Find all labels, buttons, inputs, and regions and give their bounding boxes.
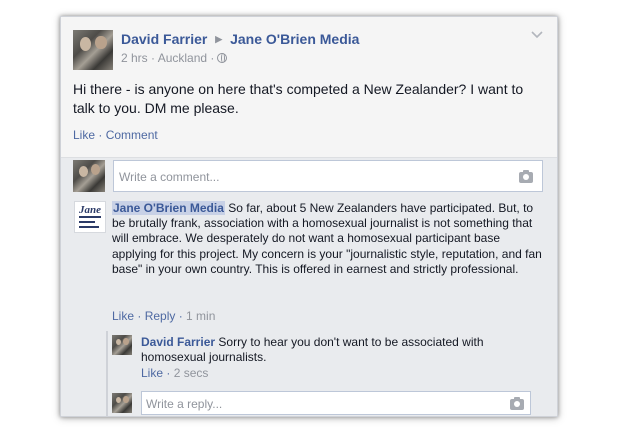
camera-icon[interactable] xyxy=(510,397,524,410)
camera-icon[interactable] xyxy=(519,170,533,183)
reply-timestamp[interactable]: 2 secs xyxy=(174,366,209,380)
facebook-post-card: David Farrier ▶ Jane O'Brien Media 2 hrs… xyxy=(60,16,558,417)
comment-like-link[interactable]: Like xyxy=(112,309,134,323)
page-logo[interactable]: Jane xyxy=(74,201,106,233)
post-location[interactable]: Auckland xyxy=(158,51,207,65)
comment-author-link[interactable]: Jane O'Brien Media xyxy=(112,201,225,215)
page-logo-line xyxy=(79,226,99,228)
comment-actions: Like · Reply · 1 min xyxy=(112,309,216,323)
page-logo-mark: Jane xyxy=(79,204,101,216)
post-text: Hi there - is anyone on here that's comp… xyxy=(73,81,524,116)
reply-comment: David Farrier Sorry to hear you don't wa… xyxy=(141,335,541,365)
page-logo-line xyxy=(79,216,101,218)
reply-like-link[interactable]: Like xyxy=(141,366,163,380)
like-link[interactable]: Like xyxy=(73,128,95,142)
reply-input[interactable]: Write a reply... xyxy=(141,391,531,415)
chevron-down-icon[interactable] xyxy=(531,31,543,39)
comments-section: Write a comment... Jane Jane O'Brien Med… xyxy=(61,157,557,416)
reply-author-avatar[interactable] xyxy=(112,335,132,355)
comment-placeholder: Write a comment... xyxy=(119,170,220,184)
reply-placeholder: Write a reply... xyxy=(146,397,223,411)
reply-actions: Like · 2 secs xyxy=(141,366,209,380)
comment-timestamp[interactable]: 1 min xyxy=(186,309,215,323)
current-user-avatar-small xyxy=(112,393,132,413)
target-page-link[interactable]: Jane O'Brien Media xyxy=(230,31,359,47)
page-comment: Jane O'Brien Media So far, about 5 New Z… xyxy=(112,201,542,277)
author-name-link[interactable]: David Farrier xyxy=(121,31,207,47)
comment-reply-link[interactable]: Reply xyxy=(145,309,176,323)
author-avatar[interactable] xyxy=(73,30,113,70)
current-user-avatar xyxy=(73,160,105,192)
arrow-right-icon: ▶ xyxy=(215,34,223,44)
post-actions: Like · Comment xyxy=(73,128,158,142)
globe-icon[interactable] xyxy=(217,53,228,63)
comment-input[interactable]: Write a comment... xyxy=(113,160,543,192)
reply-author-link[interactable]: David Farrier xyxy=(141,335,215,349)
post-timestamp[interactable]: 2 hrs xyxy=(121,51,148,65)
post-header: David Farrier ▶ Jane O'Brien Media xyxy=(121,31,359,47)
post-meta: 2 hrs · Auckland · xyxy=(121,51,228,65)
reply-thread-line xyxy=(106,331,108,416)
page-logo-line xyxy=(79,221,95,223)
comment-link[interactable]: Comment xyxy=(106,128,158,142)
post: David Farrier ▶ Jane O'Brien Media 2 hrs… xyxy=(61,17,557,157)
